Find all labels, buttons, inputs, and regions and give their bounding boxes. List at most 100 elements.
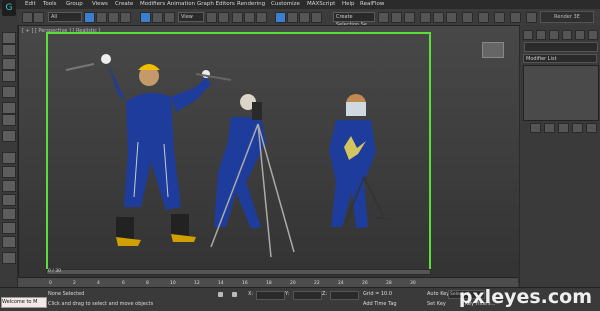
add-time-tag[interactable]: Add Time Tag xyxy=(363,301,397,307)
track-tick: 30 xyxy=(410,281,416,286)
menu-maxscript[interactable]: MAXScript xyxy=(307,1,335,7)
edit-named-selection-icon[interactable] xyxy=(275,12,286,23)
curve-editor-icon[interactable] xyxy=(378,12,389,23)
menu-edit[interactable]: Edit xyxy=(25,1,36,7)
render-production-icon[interactable] xyxy=(446,12,457,23)
absolute-mode-icon[interactable] xyxy=(232,292,237,297)
hierarchy-tab-icon[interactable] xyxy=(549,30,559,40)
select-by-name-icon[interactable] xyxy=(96,12,107,23)
object-name-field[interactable] xyxy=(524,42,598,52)
make-unique-icon[interactable] xyxy=(558,123,569,133)
select-scale-icon[interactable] xyxy=(164,12,175,23)
track-tick: 8 xyxy=(146,281,149,286)
percent-snap-icon[interactable] xyxy=(256,12,267,23)
window-crossing-icon[interactable] xyxy=(120,12,131,23)
app-logo-icon[interactable]: G xyxy=(2,0,16,16)
set-key-button[interactable]: Set Key xyxy=(427,301,446,307)
schematic-view-icon[interactable] xyxy=(391,12,402,23)
reference-coord-dropdown[interactable]: View xyxy=(178,12,204,22)
menu-modifiers[interactable]: Modifiers xyxy=(140,1,165,7)
x-coord-field[interactable] xyxy=(256,291,285,300)
tool-icon[interactable] xyxy=(2,32,16,44)
watermark-logo: pxleyes.com xyxy=(458,286,592,308)
menu-graph-editors[interactable]: Graph Editors xyxy=(197,1,235,7)
render-frame-icon[interactable] xyxy=(433,12,444,23)
menu-help[interactable]: Help xyxy=(342,1,355,7)
z-coord-field[interactable] xyxy=(330,291,359,300)
modifier-list-dropdown[interactable]: Modifier List xyxy=(523,54,597,63)
create-tab-icon[interactable] xyxy=(523,30,533,40)
align-icon[interactable] xyxy=(299,12,310,23)
environment-icon[interactable] xyxy=(494,12,505,23)
tool-icon[interactable] xyxy=(2,236,16,248)
activeshade-icon[interactable] xyxy=(478,12,489,23)
auto-key-button[interactable]: Auto Key xyxy=(427,291,449,297)
named-selection-dropdown[interactable]: Create Selection Se xyxy=(333,12,375,28)
menu-realflow[interactable]: RealFlow xyxy=(360,1,384,7)
material-editor-icon[interactable] xyxy=(404,12,415,23)
pivot-center-icon[interactable] xyxy=(206,12,217,23)
x-label: X: xyxy=(248,291,254,297)
tool-icon[interactable] xyxy=(2,102,16,114)
tool-icon[interactable] xyxy=(2,194,16,206)
tool-icon[interactable] xyxy=(2,252,16,264)
display-tab-icon[interactable] xyxy=(575,30,585,40)
tool-icon[interactable] xyxy=(2,152,16,164)
modify-tab-icon[interactable] xyxy=(536,30,546,40)
redo-icon[interactable] xyxy=(33,12,44,23)
select-object-icon[interactable] xyxy=(84,12,95,23)
menu-group[interactable]: Group xyxy=(66,1,83,7)
safe-frame xyxy=(46,32,431,275)
manipulate-icon[interactable] xyxy=(218,12,229,23)
render-setup-icon[interactable] xyxy=(420,12,431,23)
tool-icon[interactable] xyxy=(2,70,16,82)
viewcube-icon[interactable] xyxy=(482,42,504,58)
menu-tools[interactable]: Tools xyxy=(43,1,57,7)
motion-tab-icon[interactable] xyxy=(562,30,572,40)
track-tick: 18 xyxy=(266,281,272,286)
tool-icon[interactable] xyxy=(2,222,16,234)
remove-modifier-icon[interactable] xyxy=(572,123,583,133)
menu-rendering[interactable]: Rendering xyxy=(237,1,265,7)
time-slider[interactable] xyxy=(46,269,431,275)
pin-stack-icon[interactable] xyxy=(530,123,541,133)
selection-filter-dropdown[interactable]: All xyxy=(48,12,82,22)
tool-icon[interactable] xyxy=(2,130,16,142)
tool-icon[interactable] xyxy=(2,44,16,56)
y-coord-field[interactable] xyxy=(293,291,322,300)
snaps-toggle-icon[interactable] xyxy=(232,12,243,23)
tool-icon[interactable] xyxy=(2,180,16,192)
render-label[interactable]: Render 3E xyxy=(540,11,594,23)
layer-manager-icon[interactable] xyxy=(311,12,322,23)
tool-icon[interactable] xyxy=(2,208,16,220)
rect-region-icon[interactable] xyxy=(108,12,119,23)
track-tick: 22 xyxy=(314,281,320,286)
y-label: Y: xyxy=(285,291,290,297)
modifier-stack[interactable] xyxy=(523,65,599,121)
effects-icon[interactable] xyxy=(510,12,521,23)
tool-icon[interactable] xyxy=(2,58,16,70)
select-rotate-icon[interactable] xyxy=(152,12,163,23)
tool-icon[interactable] xyxy=(2,166,16,178)
menu-animation[interactable]: Animation xyxy=(167,1,195,7)
angle-snap-icon[interactable] xyxy=(244,12,255,23)
track-tick: 20 xyxy=(290,281,296,286)
mirror-icon[interactable] xyxy=(287,12,298,23)
configure-sets-icon[interactable] xyxy=(586,123,597,133)
render-iterative-icon[interactable] xyxy=(462,12,473,23)
teapot-icon[interactable] xyxy=(526,12,537,23)
show-end-result-icon[interactable] xyxy=(544,123,555,133)
menu-views[interactable]: Views xyxy=(92,1,108,7)
menu-create[interactable]: Create xyxy=(115,1,133,7)
time-slider-label: 0 / 30 xyxy=(48,269,61,274)
grid-value: Grid = 10.0 xyxy=(363,291,392,297)
utilities-tab-icon[interactable] xyxy=(588,30,598,40)
track-tick: 10 xyxy=(170,281,176,286)
menu-customize[interactable]: Customize xyxy=(271,1,300,7)
tool-icon[interactable] xyxy=(2,86,16,98)
undo-icon[interactable] xyxy=(22,12,33,23)
selection-lock-icon[interactable] xyxy=(218,292,223,297)
select-move-icon[interactable] xyxy=(140,12,151,23)
tool-icon[interactable] xyxy=(2,114,16,126)
maxscript-listener[interactable]: Welcome to M xyxy=(1,297,47,308)
